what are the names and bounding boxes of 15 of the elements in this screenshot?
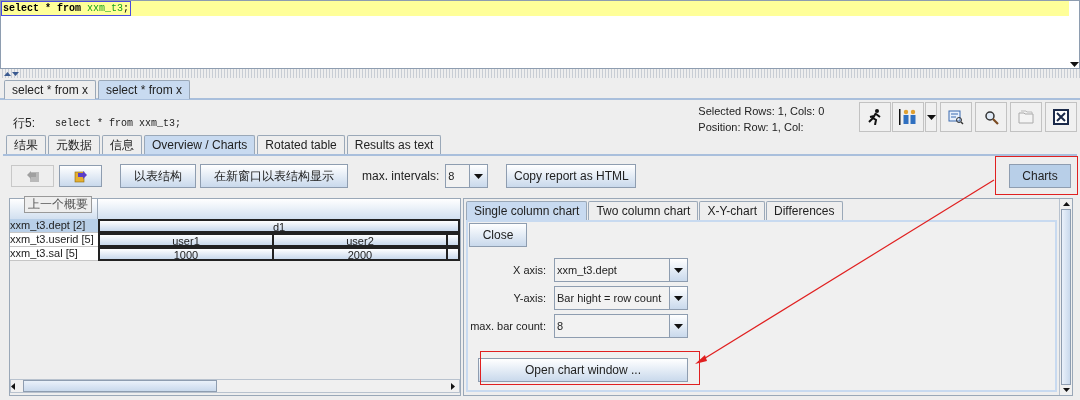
table-cell: d1	[98, 219, 460, 233]
status-text: Position: Row: 1, Col:	[698, 120, 805, 135]
sql-text: select * from xxm_t3;	[1, 1, 132, 16]
status-text: Selected Rows: 1, Cols: 0	[698, 104, 826, 119]
line-label: 行5:	[13, 115, 35, 132]
tooltip: 上一个概要	[24, 196, 92, 213]
table-cell: 1000	[98, 247, 272, 261]
field-label: max. bar count:	[469, 318, 547, 334]
intervals-label: max. intervals:	[362, 168, 440, 185]
field-label: Y-axis:	[512, 290, 547, 306]
statement-text: select * from xxm_t3;	[55, 116, 182, 131]
table-cell: 2000	[272, 247, 446, 261]
field-label: X axis:	[512, 262, 547, 278]
table-cell: user2	[272, 233, 446, 247]
table-cell: user1	[98, 233, 272, 247]
